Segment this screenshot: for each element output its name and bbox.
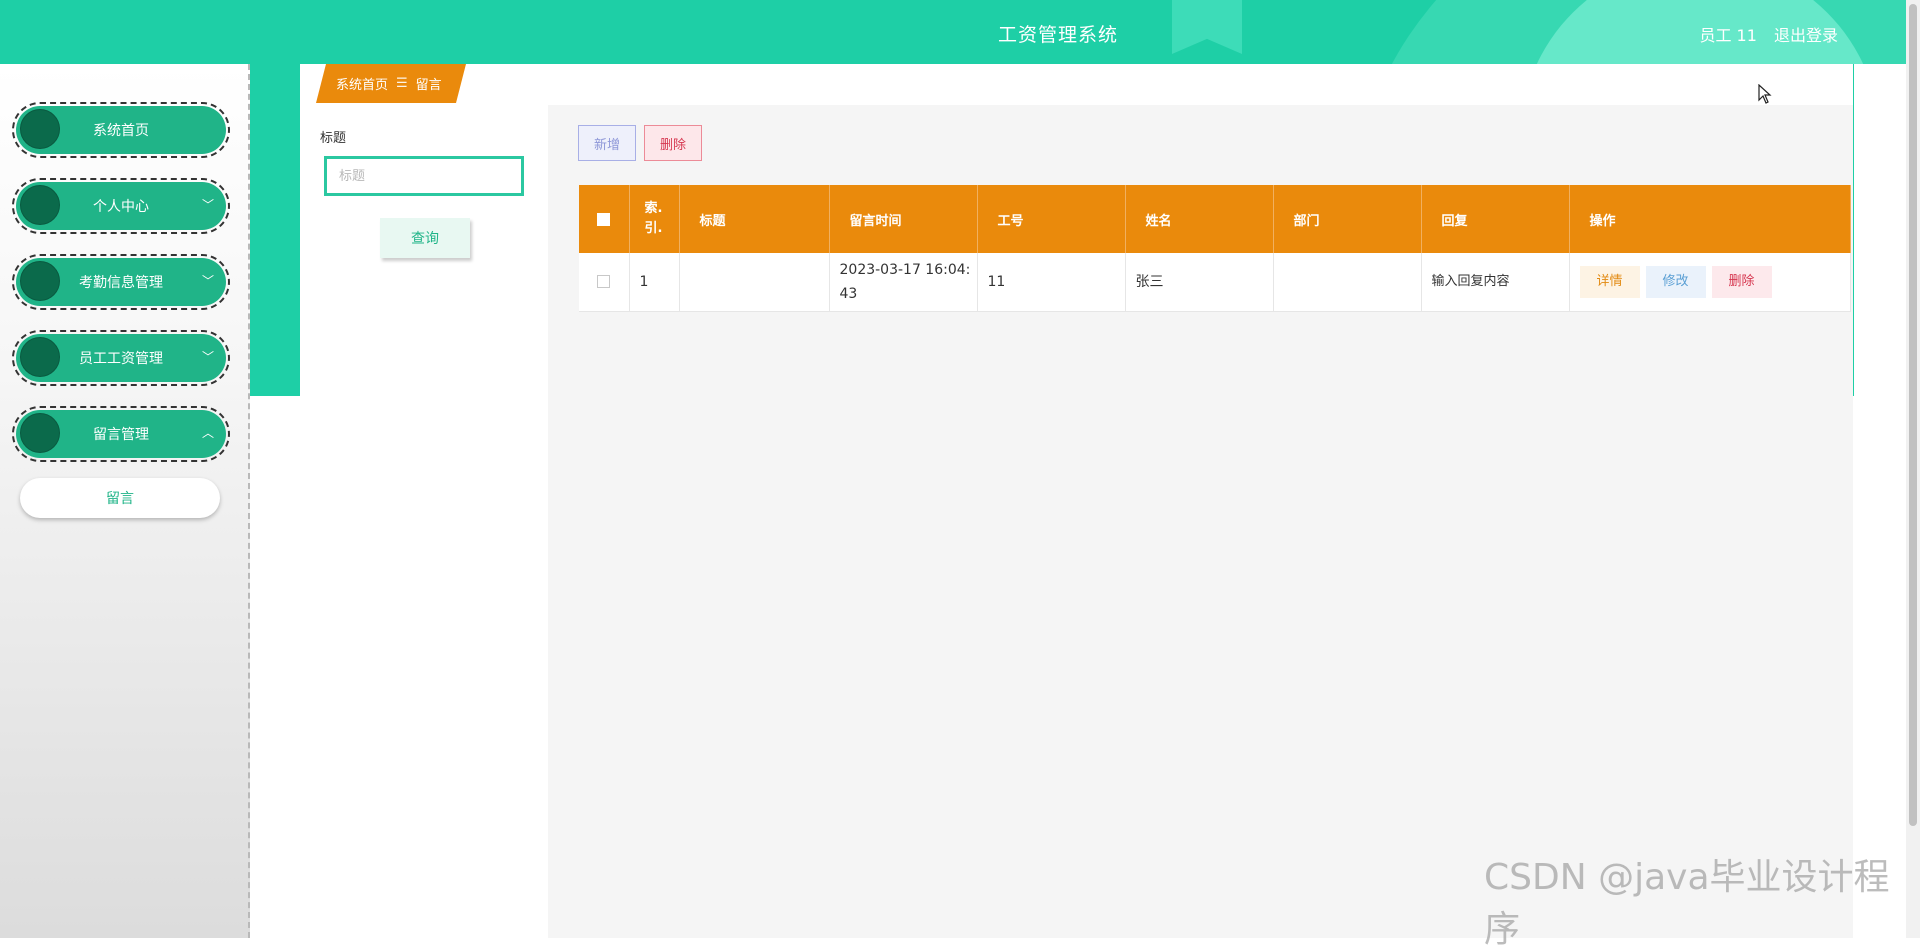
logout-link[interactable]: 退出登录 [1774, 26, 1838, 45]
cell-dept [1273, 253, 1422, 312]
sidebar-pill: 留言管理 ︿ [16, 410, 226, 458]
chevron-up-icon: ︿ [201, 426, 214, 440]
column-header-time: 留言时间 [829, 185, 978, 253]
filter-panel: 标题 查询 [300, 105, 548, 938]
watermark: CSDN @java毕业设计程序 [1484, 857, 1890, 950]
table-row: 1 2023-03-17 16:04:43 11 张三 输入回复内容 详情 修改删… [579, 253, 1851, 312]
detail-button[interactable]: 详情 [1579, 265, 1640, 298]
scrollbar-thumb[interactable] [1909, 4, 1917, 826]
sidebar-subitem-message[interactable]: 留言 [20, 478, 220, 518]
sidebar-item-label: 留言管理 [93, 427, 149, 443]
breadcrumb: 系统首页 ☰ 留言 [316, 64, 466, 103]
column-header-title: 标题 [679, 185, 830, 253]
column-header-actions: 操作 [1569, 185, 1851, 253]
user-name: 员工 11 [1699, 26, 1757, 45]
sidebar-pill: 系统首页 [16, 106, 226, 154]
user-area: 员工 11 退出登录 [1687, 22, 1838, 46]
sidebar: 系统首页 个人中心 ﹀ 考勤信息管理 ﹀ 员工工资管理 ﹀ 留言管理 ︿ 留言 [0, 64, 250, 938]
cell-reply: 输入回复内容 [1421, 253, 1570, 312]
column-header-emp-no: 工号 [977, 185, 1126, 253]
edit-button[interactable]: 修改 [1645, 265, 1706, 298]
delete-button[interactable]: 删除 [644, 125, 702, 161]
index-header-line: 引. [644, 221, 663, 236]
column-header-reply: 回复 [1421, 185, 1570, 253]
chevron-down-icon: ﹀ [201, 274, 214, 288]
cell-index: 1 [629, 253, 680, 312]
cell-title [679, 253, 830, 312]
chevron-down-icon: ﹀ [201, 198, 214, 212]
menu-dot-icon [20, 413, 60, 453]
add-button[interactable]: 新增 [578, 125, 636, 161]
menu-dot-icon [20, 185, 60, 225]
sidebar-item-label: 员工工资管理 [79, 351, 163, 367]
filter-label: 标题 [320, 131, 347, 146]
cell-time: 2023-03-17 16:04:43 [829, 253, 978, 312]
column-header-dept: 部门 [1273, 185, 1422, 253]
sidebar-item-label: 系统首页 [93, 123, 149, 139]
cell-emp-no: 11 [977, 253, 1126, 312]
menu-dot-icon [20, 109, 60, 149]
sidebar-pill: 考勤信息管理 ﹀ [16, 258, 226, 306]
main-content: 标题 查询 新增 删除 索. 引. 标题 留言时间 工号 姓名 部门 回复 操作 … [300, 105, 1853, 938]
breadcrumb-current: 留言 [415, 78, 442, 93]
breadcrumb-home[interactable]: 系统首页 [336, 74, 388, 93]
row-select-cell[interactable] [579, 253, 630, 312]
chevron-down-icon: ﹀ [201, 350, 214, 364]
sidebar-item-home[interactable]: 系统首页 [12, 102, 230, 158]
sidebar-item-salary[interactable]: 员工工资管理 ﹀ [12, 330, 230, 386]
mouse-cursor-icon [1758, 84, 1772, 104]
breadcrumb-bar: 系统首页 ☰ 留言 [300, 64, 1853, 105]
sidebar-item-messages[interactable]: 留言管理 ︿ [12, 406, 230, 462]
vertical-scrollbar[interactable] [1906, 0, 1920, 938]
sidebar-item-attendance[interactable]: 考勤信息管理 ﹀ [12, 254, 230, 310]
index-header-line: 索. [644, 201, 663, 216]
app-title: 工资管理系统 [997, 24, 1118, 46]
cell-actions: 详情 修改 删除 [1569, 253, 1851, 312]
message-table: 索. 引. 标题 留言时间 工号 姓名 部门 回复 操作 1 2023-03-17… [579, 185, 1851, 312]
title-search-input[interactable] [324, 156, 524, 196]
menu-icon: ☰ [396, 76, 408, 91]
select-all-header[interactable] [579, 185, 630, 253]
top-bar: 工资管理系统 员工 11 退出登录 [0, 0, 1906, 64]
query-button[interactable]: 查询 [380, 218, 470, 258]
sidebar-item-personal[interactable]: 个人中心 ﹀ [12, 178, 230, 234]
menu-dot-icon [20, 261, 60, 301]
sidebar-item-label: 个人中心 [93, 199, 149, 215]
column-header-name: 姓名 [1125, 185, 1274, 253]
menu-dot-icon [20, 337, 60, 377]
select-all-checkbox[interactable] [596, 212, 610, 226]
sidebar-pill: 员工工资管理 ﹀ [16, 334, 226, 382]
cell-name: 张三 [1125, 253, 1274, 312]
table-header-row: 索. 引. 标题 留言时间 工号 姓名 部门 回复 操作 [579, 185, 1851, 253]
row-delete-button[interactable]: 删除 [1711, 265, 1772, 298]
column-header-index: 索. 引. [629, 185, 680, 253]
row-checkbox[interactable] [596, 275, 610, 289]
sidebar-item-label: 考勤信息管理 [79, 275, 163, 291]
sidebar-pill: 个人中心 ﹀ [16, 182, 226, 230]
